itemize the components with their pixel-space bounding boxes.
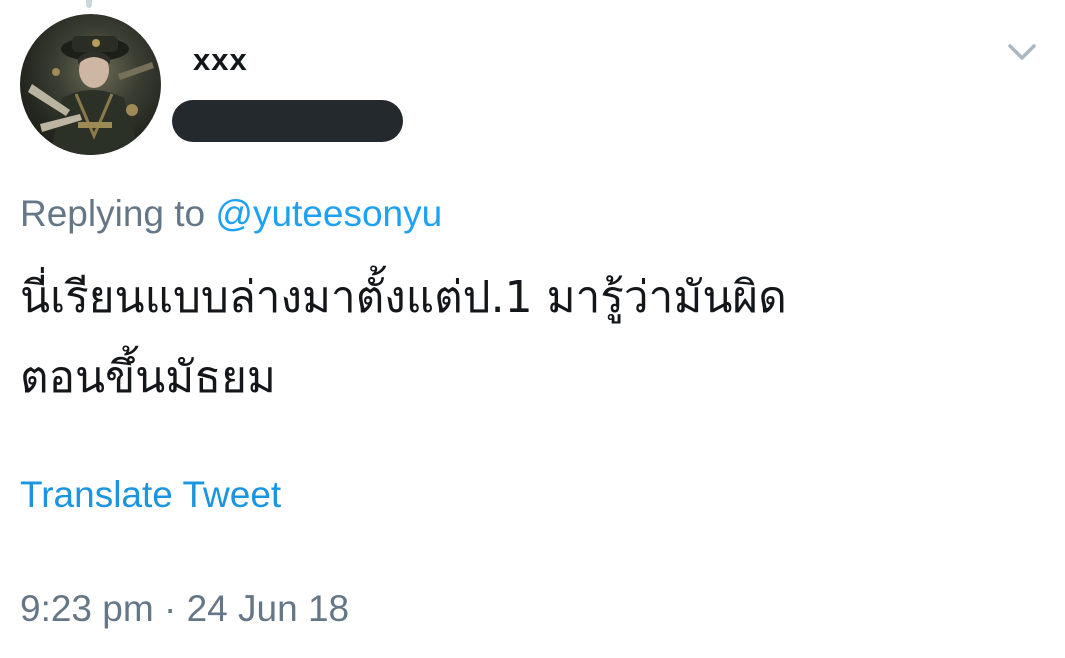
mention-link[interactable]: @yuteesonyu bbox=[215, 193, 442, 234]
tweet-timestamp[interactable]: 9:23 pm · 24 Jun 18 bbox=[20, 588, 349, 630]
author-display-name[interactable]: xxx bbox=[193, 42, 248, 78]
translate-tweet-link[interactable]: Translate Tweet bbox=[20, 474, 281, 516]
thread-connector-line bbox=[86, 0, 92, 8]
tweet-menu-button[interactable] bbox=[1006, 40, 1038, 64]
user-avatar-icon bbox=[28, 36, 154, 155]
replying-to-label: Replying to bbox=[20, 193, 216, 234]
chevron-down-icon bbox=[1008, 44, 1036, 60]
redacted-username bbox=[172, 100, 403, 142]
replying-to: Replying to @yuteesonyu bbox=[20, 193, 442, 235]
tweet-text: นี่เรียนแบบล่างมาตั้งแต่ป.1 มารู้ว่ามันผ… bbox=[20, 272, 787, 403]
avatar[interactable] bbox=[20, 14, 161, 155]
